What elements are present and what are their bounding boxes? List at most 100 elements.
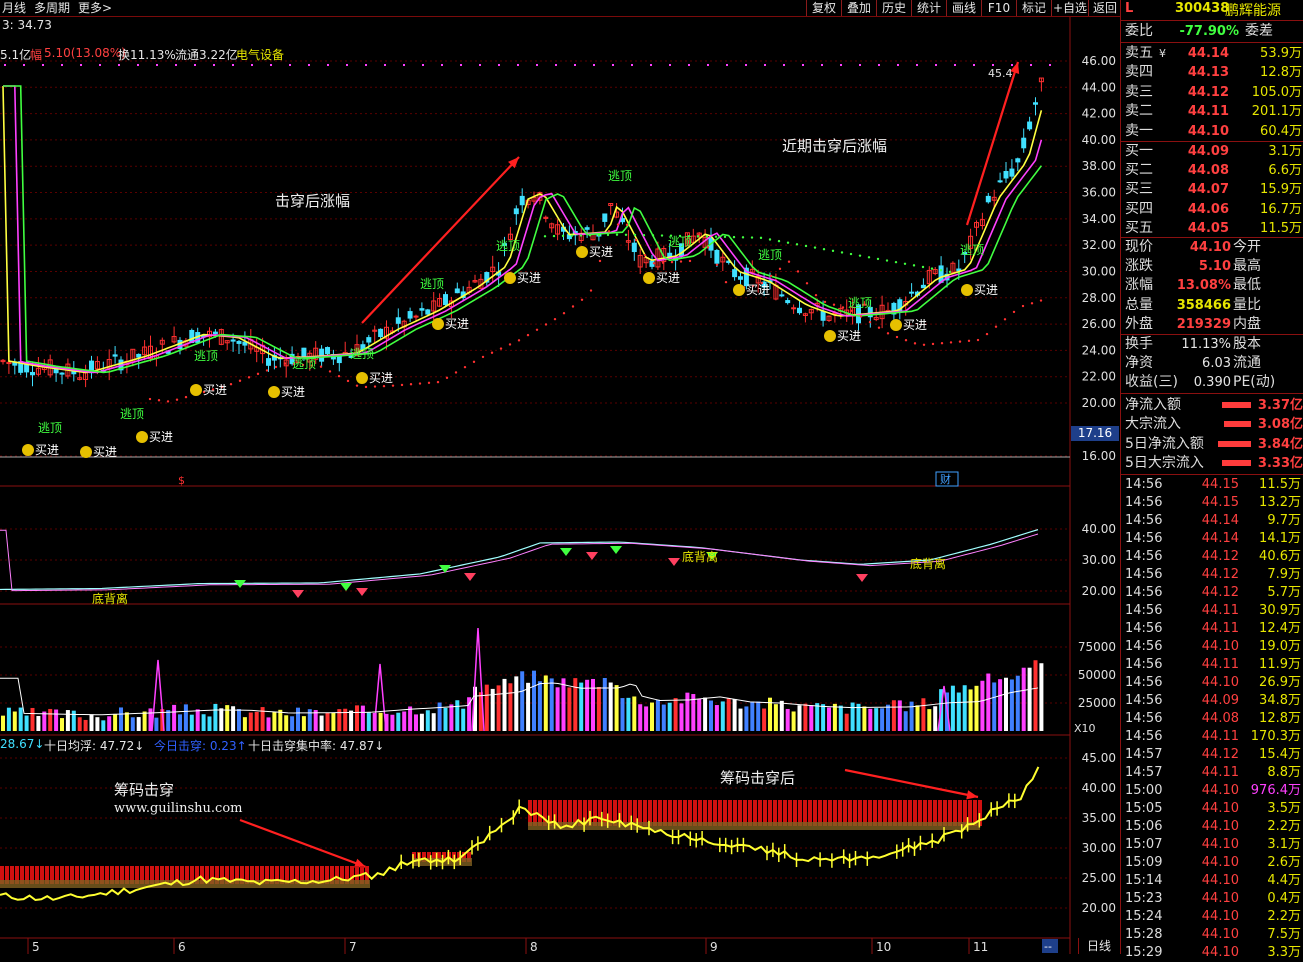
volume-tick-label: 75000 (1078, 640, 1116, 654)
candle-body (425, 309, 431, 315)
buy-signal-icon (190, 384, 202, 396)
tick-volume: 14.1万 (1259, 531, 1301, 546)
tick-volume: 11.5万 (1259, 477, 1301, 492)
add-watchlist-button[interactable]: +自选 (1051, 0, 1088, 16)
support-dot (337, 374, 341, 378)
volume-bar (272, 711, 277, 731)
bid-price: 44.07 (1187, 182, 1229, 198)
sell-signal-label: 逃顶 (848, 296, 872, 310)
resistance-dot (894, 260, 898, 264)
tick-volume: 12.8万 (1259, 711, 1301, 726)
top-dot (213, 64, 215, 66)
quote-row: 涨跌 5.10 最高 (1121, 257, 1303, 276)
top-dot (536, 64, 538, 66)
top-dot (156, 64, 158, 66)
back-button[interactable]: 返回 (1088, 0, 1121, 16)
x-axis-label: 7 (349, 940, 357, 954)
tab-monthly[interactable]: 月线 (2, 0, 26, 16)
tick-time: 14:56 (1125, 513, 1163, 528)
stock-code: 300438 (1175, 1, 1230, 16)
support-dot (364, 385, 368, 389)
candle-body (325, 347, 330, 355)
top-dot (935, 64, 937, 66)
support-dot (1012, 310, 1016, 314)
support-dot (832, 303, 836, 306)
flow-row: 大宗流入 3.08亿 (1121, 415, 1303, 434)
period-tab-daily[interactable]: 日线 (1078, 938, 1119, 954)
volume-bar (667, 702, 672, 731)
support-dot (994, 325, 998, 328)
volume-bar (284, 715, 289, 731)
history-button[interactable]: 历史 (876, 0, 911, 16)
f10-button[interactable]: F10 (981, 0, 1016, 16)
annotation-rise-after-break: 击穿后涨幅 (275, 192, 351, 210)
support-dot (868, 320, 872, 324)
ask-label: 卖四 (1125, 64, 1153, 81)
price-tick-label: 40.00 (1082, 133, 1116, 147)
overlay-button[interactable]: 叠加 (841, 0, 876, 16)
top-dot (745, 64, 747, 66)
quote-label: 总量 (1125, 296, 1153, 313)
candle-body (336, 356, 342, 364)
volume-bar (431, 713, 436, 731)
tick-row: 15:00 44.10 976.4万 (1121, 782, 1303, 800)
volume-bar (113, 714, 118, 731)
green-diamond-icon (610, 546, 622, 554)
support-dot (634, 238, 638, 242)
more-menu[interactable]: 更多> (78, 0, 112, 16)
tick-volume: 976.4万 (1250, 783, 1301, 798)
tick-price: 44.11 (1201, 603, 1239, 618)
tick-price: 44.10 (1201, 909, 1239, 924)
tick-volume: 34.8万 (1259, 693, 1301, 708)
stats-label: 换手 (1125, 336, 1153, 352)
resistance-dot (615, 233, 619, 236)
resistance-dot (588, 234, 592, 237)
adjust-button[interactable]: 复权 (806, 0, 841, 16)
volume-bar (349, 710, 354, 731)
top-dot (365, 64, 367, 66)
current-price-marker: 17.16 (1071, 426, 1119, 441)
green-diamond-icon (560, 548, 572, 556)
support-dot (382, 384, 386, 388)
draw-line-button[interactable]: 画线 (946, 0, 981, 16)
x-axis-label: 8 (530, 940, 538, 954)
volume-bar (1004, 677, 1008, 731)
resistance-dot (948, 270, 952, 274)
tick-price: 44.10 (1201, 891, 1239, 906)
top-dot (118, 64, 120, 66)
volume-bar (1039, 663, 1044, 731)
red-diamond-icon (292, 590, 304, 598)
volume-bar (880, 708, 885, 731)
mark-button[interactable]: 标记 (1016, 0, 1051, 16)
stats-button[interactable]: 统计 (911, 0, 946, 16)
resistance-dot (723, 235, 727, 239)
volume-bar (844, 713, 849, 731)
volume-bar (709, 700, 713, 731)
support-dot (679, 260, 683, 263)
volume-bar (650, 702, 654, 731)
support-dot (445, 376, 449, 380)
volume-bar (520, 671, 525, 731)
volume-bar (30, 707, 35, 731)
buy-signal-label: 买进 (203, 383, 227, 397)
top-dot (783, 64, 785, 66)
chip-ten-day-concentration: 十日击穿集中率: 47.87↓ (248, 739, 385, 753)
top-dot (289, 64, 291, 66)
top-dot (99, 64, 101, 66)
weibi-label: 委比 (1125, 23, 1153, 39)
stats-value: 0.390 (1193, 375, 1231, 391)
candle-body (513, 208, 519, 215)
volume-bar (874, 708, 879, 731)
tab-multi-period[interactable]: 多周期 (34, 0, 70, 16)
resistance-dot (912, 264, 916, 267)
tick-volume: 0.4万 (1267, 891, 1301, 906)
volume-bar (827, 707, 831, 731)
resistance-dot (633, 233, 637, 237)
quote-row: 涨幅 13.08% 最低 (1121, 276, 1303, 295)
support-dot (877, 326, 881, 329)
tick-volume: 5.7万 (1267, 585, 1301, 600)
quote-value: 44.10 (1189, 240, 1231, 255)
tick-time: 15:23 (1125, 891, 1163, 906)
tick-row: 14:56 44.08 12.8万 (1121, 710, 1303, 728)
support-dot (850, 309, 854, 313)
